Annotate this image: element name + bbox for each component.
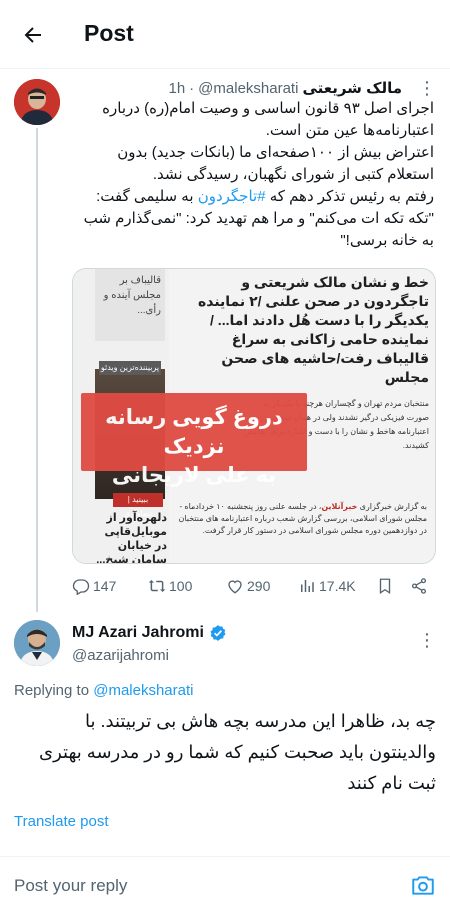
replying-to: Replying to @maleksharati xyxy=(14,682,194,699)
parent-tweet-header: 1h · @maleksharati مالک شریعتی xyxy=(168,79,402,98)
translate-post-link[interactable]: Translate post xyxy=(14,813,109,830)
divider xyxy=(0,856,450,857)
parent-time: 1h xyxy=(168,79,186,97)
more-icon[interactable]: ⋮ xyxy=(418,630,436,651)
reply-input[interactable]: Post your reply xyxy=(14,876,127,896)
back-arrow-icon[interactable] xyxy=(18,20,48,50)
media-footnote: به گزارش خبرگزاری خبرآنلاین، در جلسه علن… xyxy=(178,502,427,535)
reply-tweet-text: چه بد، ظاهرا این مدرسه بچه هاش بی تربیتن… xyxy=(39,711,436,793)
media-side-caption: دلهره‌آور از موبایل‌قاپی در خیابان سامان… xyxy=(96,512,167,564)
thread-line xyxy=(36,128,38,612)
parent-tweet-text: اجرای اصل ۹۳ قانون اساسی و وصیت امام(ره)… xyxy=(83,100,434,249)
parent-display-name[interactable]: مالک شریعتی xyxy=(302,79,402,97)
page-title: Post xyxy=(84,20,134,46)
reply-author: MJ Azari Jahromi xyxy=(72,624,227,642)
media-badge: پربیننده‌ترین ویدئو xyxy=(99,361,161,375)
media-banner: دروغ گویی رسانه نزدیک به علی لاریجانی xyxy=(81,393,307,487)
media-side-text: قالیباف بر مجلس آینده و رأی... xyxy=(95,269,165,341)
media-headline: خط و نشان مالک شریعتی و تاجگردون در صحن … xyxy=(197,274,429,385)
avatar[interactable] xyxy=(14,79,60,125)
avatar[interactable] xyxy=(14,620,60,666)
like-button[interactable]: 290 xyxy=(226,574,270,598)
reply-icon xyxy=(72,579,90,595)
repost-icon xyxy=(148,580,166,592)
media-image[interactable]: قالیباف بر مجلس آینده و رأی... پربیننده‌… xyxy=(72,268,436,564)
reply-handle[interactable]: @azarijahromi xyxy=(72,647,169,664)
share-icon xyxy=(411,578,427,594)
repost-button[interactable]: 100 xyxy=(148,574,192,598)
more-icon[interactable]: ⋮ xyxy=(418,78,437,99)
views-button[interactable]: 17.4K xyxy=(298,574,356,598)
tweet-actions: 147 100 290 17.4K xyxy=(72,574,436,598)
divider xyxy=(0,68,450,69)
replying-to-link[interactable]: @maleksharati xyxy=(93,682,193,699)
media-badge: ببینید | تصاویری xyxy=(113,493,163,518)
parent-handle[interactable]: @maleksharati xyxy=(198,80,298,97)
views-icon xyxy=(301,580,314,592)
hashtag-link[interactable]: #تاجگردون xyxy=(198,188,266,205)
bookmark-icon xyxy=(379,578,391,595)
verified-icon xyxy=(210,625,226,641)
reply-button[interactable]: 147 xyxy=(72,574,116,598)
camera-icon[interactable] xyxy=(410,872,436,898)
top-bar: Post xyxy=(0,0,450,68)
reply-display-name[interactable]: MJ Azari Jahromi xyxy=(72,624,204,642)
bookmark-button[interactable] xyxy=(376,574,394,598)
like-icon xyxy=(228,580,242,594)
share-button[interactable] xyxy=(410,574,428,598)
